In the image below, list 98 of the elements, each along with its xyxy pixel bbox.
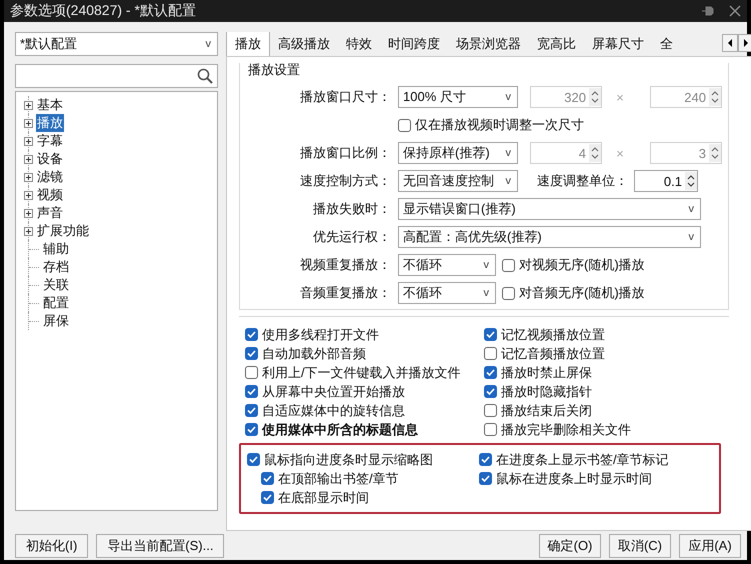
checkbox[interactable]: [245, 366, 258, 380]
checkbox[interactable]: [479, 472, 492, 486]
tab[interactable]: 全: [652, 33, 681, 56]
field-label: 播放窗口比例：: [299, 144, 392, 162]
times-sign: ×: [615, 146, 625, 161]
expand-icon[interactable]: [24, 190, 33, 200]
dialog-button[interactable]: 取消(C): [609, 534, 671, 558]
expand-icon[interactable]: [24, 226, 33, 236]
tree-item[interactable]: 滤镜: [36, 168, 64, 186]
dropdown[interactable]: 不循环 v: [398, 254, 496, 276]
dialog-button[interactable]: 应用(A): [679, 534, 741, 558]
tree-item[interactable]: 配置: [42, 294, 70, 312]
checkbox[interactable]: [484, 404, 497, 418]
checkbox[interactable]: [245, 347, 258, 360]
checkbox[interactable]: [502, 258, 515, 272]
checkbox-label: 鼠标在进度条上时显示时间: [496, 470, 652, 488]
tree-item[interactable]: 字幕: [36, 132, 64, 150]
tree-item[interactable]: 设备: [36, 150, 64, 168]
dropdown[interactable]: 不循环 v: [398, 282, 496, 304]
dialog-button[interactable]: 导出当前配置(S)...: [96, 534, 224, 558]
checkbox-label: 仅在播放视频时调整一次尺寸: [415, 116, 584, 134]
dropdown[interactable]: 无回音速度控制 v: [398, 170, 518, 192]
field-label: 速度调整单位：: [536, 172, 628, 190]
tree-item[interactable]: 扩展功能: [36, 222, 90, 240]
expand-icon[interactable]: [24, 100, 33, 110]
checkbox[interactable]: [484, 423, 497, 436]
expand-icon[interactable]: [24, 136, 33, 146]
checkbox[interactable]: [261, 491, 274, 504]
tree-item[interactable]: 屏保: [42, 312, 70, 330]
dialog-button[interactable]: 确定(O): [539, 534, 601, 558]
checkbox[interactable]: [484, 385, 497, 398]
tab[interactable]: 场景浏览器: [448, 33, 529, 56]
expand-icon[interactable]: [24, 208, 33, 218]
window-title: 参数选项(240827) - *默认配置: [10, 2, 197, 20]
checkbox[interactable]: [261, 472, 274, 486]
checkbox-label: 自适应媒体中的旋转信息: [262, 402, 405, 420]
field-label: 音频重复播放：: [299, 284, 392, 302]
field-label: 优先运行权：: [312, 228, 392, 246]
tab[interactable]: 屏幕尺寸: [584, 33, 652, 56]
checkbox[interactable]: [245, 404, 258, 418]
tab[interactable]: 特效: [338, 33, 380, 56]
expand-icon[interactable]: [24, 154, 33, 164]
checkbox-label: 播放结束后关闭: [501, 402, 592, 420]
close-icon[interactable]: [729, 5, 741, 18]
checkbox-label: 在底部显示时间: [278, 488, 369, 507]
field-label: 播放窗口尺寸：: [299, 88, 392, 106]
checkbox-label: 在进度条上显示书签/章节标记: [496, 450, 669, 469]
checkbox-label: 对视频无序(随机)播放: [519, 256, 645, 274]
tab[interactable]: 时间跨度: [380, 33, 448, 56]
checkbox-label: 利用上/下一文件键载入并播放文件: [262, 364, 461, 382]
pin-icon[interactable]: [701, 5, 715, 18]
checkbox[interactable]: [245, 328, 258, 342]
dropdown[interactable]: 显示错误窗口(推荐) v: [398, 198, 701, 220]
checkbox-label: 在顶部输出书签/章节: [278, 470, 399, 488]
checkbox-label: 播放时隐藏指针: [501, 382, 592, 401]
checkbox-label: 使用媒体中所含的标题信息: [262, 420, 418, 439]
checkbox[interactable]: [484, 328, 497, 342]
tab[interactable]: 高级播放: [270, 33, 338, 56]
checkbox-label: 记忆音频播放位置: [501, 344, 605, 363]
number-spinner[interactable]: 0.1: [634, 170, 698, 192]
tree-item[interactable]: 视频: [36, 186, 64, 204]
checkbox[interactable]: [484, 347, 497, 360]
checkbox[interactable]: [245, 385, 258, 398]
checkbox-label: 自动加载外部音频: [262, 344, 366, 363]
field-label: 视频重复播放：: [299, 256, 392, 274]
checkbox[interactable]: [502, 286, 515, 300]
checkbox-label: 鼠标指向进度条时显示缩略图: [264, 450, 433, 469]
tree-item[interactable]: 辅助: [42, 240, 70, 258]
group-title: 播放设置: [248, 61, 301, 80]
field-label: 速度控制方式：: [299, 172, 392, 190]
checkbox-label: 播放完毕删除相关文件: [501, 420, 631, 439]
checkbox[interactable]: [479, 453, 492, 466]
expand-icon[interactable]: [24, 118, 33, 128]
tree-item[interactable]: 播放: [36, 114, 64, 132]
tree-item[interactable]: 关联: [42, 276, 70, 294]
checkbox-label: 记忆视频播放位置: [501, 326, 605, 344]
checkbox[interactable]: [484, 366, 497, 380]
tree-item[interactable]: 存档: [42, 258, 70, 276]
checkbox-label: 对音频无序(随机)播放: [519, 284, 645, 302]
tab[interactable]: 宽高比: [529, 33, 584, 56]
checkbox-label: 播放时禁止屏保: [501, 364, 592, 382]
tree-item[interactable]: 声音: [36, 204, 64, 222]
field-label: 播放失败时：: [312, 200, 392, 218]
checkbox[interactable]: [245, 423, 258, 436]
expand-icon[interactable]: [24, 172, 33, 182]
profile-select[interactable]: *默认配置 v: [15, 32, 218, 56]
dialog-button[interactable]: 初始化(I): [15, 534, 88, 558]
checkbox-label: 使用多线程打开文件: [262, 326, 379, 344]
checkbox[interactable]: [398, 118, 411, 132]
search-field[interactable]: [15, 64, 218, 88]
search-icon: [197, 68, 213, 84]
checkbox[interactable]: [247, 453, 260, 466]
tab[interactable]: 播放: [226, 32, 270, 56]
checkbox-label: 从屏幕中央位置开始播放: [262, 382, 405, 401]
tab-scroll-arrows-icon[interactable]: [722, 34, 751, 52]
tree-item[interactable]: 基本: [36, 96, 64, 114]
dropdown[interactable]: 高配置：高优先级(推荐) v: [398, 226, 701, 248]
times-sign: ×: [615, 90, 625, 105]
